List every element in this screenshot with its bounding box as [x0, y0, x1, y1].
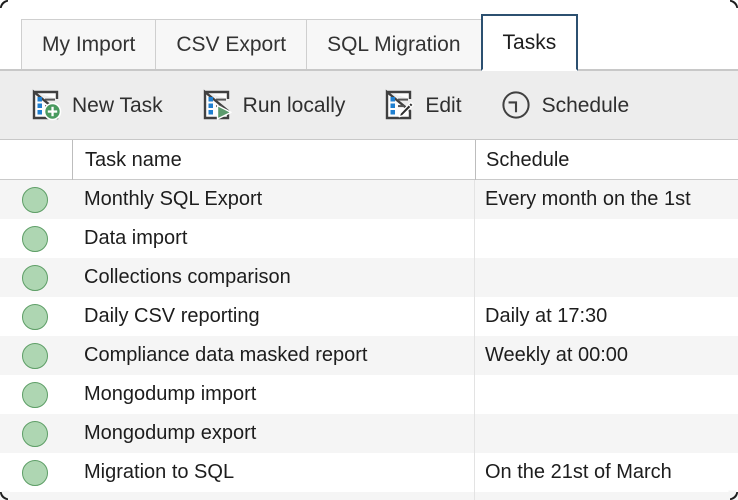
table-row[interactable]: Daily CSV reporting Daily at 17:30	[0, 297, 738, 336]
tab-list: My Import CSV Export SQL Migration Tasks	[21, 13, 579, 71]
table-row[interactable]: Mongodump import	[0, 375, 738, 414]
toolbar-button-label: Run locally	[242, 93, 346, 117]
cell-task-name: Migration to SQL	[84, 461, 235, 483]
toolbar-button-label: Schedule	[541, 93, 630, 117]
toolbar-button-label: New Task	[72, 93, 163, 117]
cell-schedule: On the 21st of March	[485, 461, 672, 483]
cell-schedule: Every month on the 1st	[485, 188, 691, 210]
cell-task-name: Data import	[84, 227, 188, 249]
cell-schedule: Daily at 17:30	[485, 305, 608, 327]
tab-label: My Import	[42, 33, 136, 56]
cell-task-name: Daily CSV reporting	[84, 305, 260, 327]
cell-status	[0, 225, 72, 252]
tasks-window: My Import CSV Export SQL Migration Tasks Ne…	[0, 0, 738, 500]
table-row[interactable]: Compliance data masked report Weekly at 0…	[0, 336, 738, 375]
status-dot-icon[interactable]	[22, 225, 48, 252]
table-body: Monthly SQL Export Every month on the 1st…	[0, 180, 738, 500]
tab-sql-migration[interactable]: SQL Migration	[306, 19, 481, 70]
status-dot-icon[interactable]	[22, 264, 48, 291]
table-row[interactable]: Migration to SQL On the 21st of March	[0, 453, 738, 492]
tab-my-import[interactable]: My Import	[21, 19, 156, 70]
cell-schedule: Weekly at 00:00	[485, 344, 629, 366]
run-locally-icon	[201, 89, 233, 121]
run-locally-button[interactable]: Run locally	[191, 82, 356, 128]
table-row[interactable]: Data import	[0, 219, 738, 258]
tab-tasks[interactable]: Tasks	[480, 14, 579, 71]
status-dot-icon[interactable]	[22, 381, 48, 408]
schedule-clock-icon	[500, 89, 532, 121]
cell-status	[0, 342, 72, 369]
column-header-schedule[interactable]: Schedule	[475, 140, 738, 180]
schedule-button[interactable]: Schedule	[490, 82, 640, 128]
cell-task-name: Collections comparison	[84, 266, 291, 288]
status-dot-icon[interactable]	[22, 303, 48, 330]
table-row[interactable]: Monthly SQL Export Every month on the 1st	[0, 180, 738, 219]
table-row[interactable]: Mongodump export	[0, 414, 738, 453]
new-task-button[interactable]: New Task	[20, 82, 173, 128]
tab-bar: My Import CSV Export SQL Migration Tasks	[0, 0, 738, 71]
table-row[interactable]: Collections comparison	[0, 258, 738, 297]
status-dot-icon[interactable]	[22, 186, 48, 213]
cell-status	[0, 264, 72, 291]
edit-icon	[383, 89, 415, 121]
cell-status	[0, 381, 72, 408]
cell-task-name: Mongodump import	[84, 383, 257, 405]
table-header: Task name Schedule	[0, 140, 738, 180]
cell-status	[0, 186, 72, 213]
edit-button[interactable]: Edit	[373, 82, 471, 128]
tab-label: CSV Export	[176, 33, 287, 56]
cell-task-name: Compliance data masked report	[84, 344, 368, 366]
toolbar-button-label: Edit	[425, 93, 462, 117]
tab-label: Tasks	[502, 31, 557, 54]
tab-label: SQL Migration	[327, 33, 461, 56]
new-task-icon	[30, 89, 62, 121]
table-row[interactable]	[0, 492, 738, 500]
cell-status	[0, 459, 72, 486]
toolbar: New Task Run locally Edit Schedule	[0, 70, 738, 140]
column-header-task-name[interactable]: Task name	[72, 140, 475, 180]
cell-task-name: Monthly SQL Export	[84, 188, 263, 210]
cell-status	[0, 303, 72, 330]
cell-task-name: Mongodump export	[84, 422, 257, 444]
status-dot-icon[interactable]	[22, 459, 48, 486]
cell-status	[0, 420, 72, 447]
tasks-table: Task name Schedule Monthly SQL Export Eve…	[0, 140, 738, 500]
column-header-status[interactable]	[0, 140, 72, 180]
status-dot-icon[interactable]	[22, 420, 48, 447]
tab-csv-export[interactable]: CSV Export	[155, 19, 307, 70]
status-dot-icon[interactable]	[22, 342, 48, 369]
